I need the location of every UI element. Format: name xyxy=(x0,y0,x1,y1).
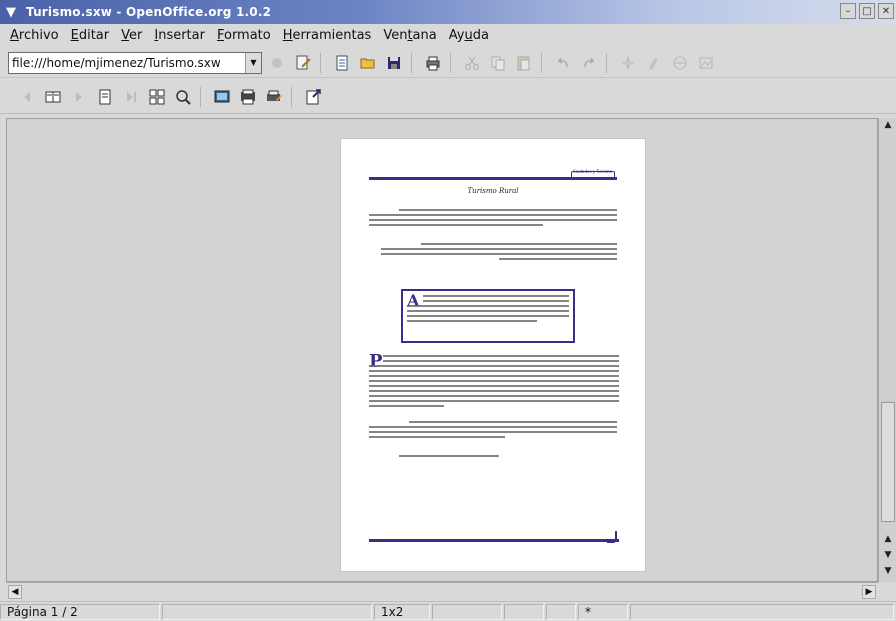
header-text: Ciudades y Turismo xyxy=(573,169,612,174)
next-page-icon[interactable] xyxy=(68,86,90,108)
gallery-icon[interactable] xyxy=(695,52,717,74)
dropcap-a: A xyxy=(407,291,420,310)
vertical-scrollbar[interactable]: ▲ ▲ ▼ ▼ xyxy=(878,118,896,582)
hyperlink-icon[interactable] xyxy=(669,52,691,74)
toolbar-separator xyxy=(411,52,412,73)
menu-bar: Archivo Editar Ver Insertar Formato Herr… xyxy=(0,24,896,46)
function-toolbar: file:///home/mjimenez/Turismo.sxw ▼ xyxy=(0,48,896,78)
menu-formato[interactable]: Formato xyxy=(211,28,277,43)
paragraph-5 xyxy=(399,455,499,460)
minimize-icon[interactable]: – xyxy=(840,3,856,19)
menu-ver[interactable]: Ver xyxy=(115,28,148,43)
vertical-scroll-thumb[interactable] xyxy=(881,402,895,522)
copy-icon[interactable] xyxy=(487,52,509,74)
maximize-icon[interactable]: □ xyxy=(859,3,875,19)
toolbar-separator xyxy=(320,52,321,73)
open-folder-icon[interactable] xyxy=(357,52,379,74)
status-bar: Página 1 / 2 1x2 * xyxy=(0,601,896,621)
scroll-down-icon[interactable]: ▼ xyxy=(882,550,894,560)
toolbar-separator xyxy=(200,86,201,107)
paste-icon[interactable] xyxy=(513,52,535,74)
zoom-indicator[interactable]: 1x2 xyxy=(374,603,430,620)
menu-editar[interactable]: Editar xyxy=(65,28,116,43)
url-combobox[interactable]: file:///home/mjimenez/Turismo.sxw ▼ xyxy=(8,51,262,74)
print-icon[interactable] xyxy=(422,52,444,74)
menu-herramientas[interactable]: Herramientas xyxy=(277,28,378,43)
menu-insertar[interactable]: Insertar xyxy=(148,28,211,43)
last-page-icon[interactable] xyxy=(120,86,142,108)
stylist-icon[interactable] xyxy=(643,52,665,74)
toolbar-separator xyxy=(291,86,292,107)
edit-file-icon[interactable] xyxy=(292,52,314,74)
page-preview[interactable]: Ciudades y Turismo Turismo Rural A P xyxy=(341,139,645,571)
window-title: Turismo.sxw - OpenOffice.org 1.0.2 xyxy=(26,5,272,19)
modified-indicator: * xyxy=(578,603,628,620)
menu-ayuda[interactable]: Ayuda xyxy=(443,28,495,43)
scroll-up-icon[interactable]: ▲ xyxy=(882,120,894,130)
print-preview-icon[interactable] xyxy=(237,86,259,108)
book-icon[interactable] xyxy=(42,86,64,108)
footer-frame xyxy=(607,531,617,543)
chevron-down-icon[interactable]: ▼ xyxy=(245,52,261,73)
status-field-info xyxy=(630,603,894,620)
document-area[interactable]: Ciudades y Turismo Turismo Rural A P xyxy=(6,118,878,582)
menu-archivo[interactable]: Archivo xyxy=(4,28,65,43)
close-icon[interactable]: ✕ xyxy=(878,3,894,19)
zoom-icon[interactable] xyxy=(172,86,194,108)
paragraph-2 xyxy=(381,243,617,263)
page-indicator: Página 1 / 2 xyxy=(0,603,160,620)
navigator-icon[interactable] xyxy=(617,52,639,74)
toolbar-separator xyxy=(541,52,542,73)
previous-page-icon[interactable] xyxy=(16,86,38,108)
full-screen-icon[interactable] xyxy=(211,86,233,108)
cut-icon[interactable] xyxy=(461,52,483,74)
menu-ventana[interactable]: Ventana xyxy=(377,28,442,43)
print-options-icon[interactable] xyxy=(263,86,285,108)
multi-page-icon[interactable] xyxy=(146,86,168,108)
new-document-icon[interactable] xyxy=(331,52,353,74)
close-preview-icon[interactable] xyxy=(302,86,324,108)
save-disk-icon[interactable] xyxy=(383,52,405,74)
scroll-right-icon[interactable]: ▶ xyxy=(862,585,876,599)
stop-load-icon[interactable] xyxy=(266,52,288,74)
window-controls: – □ ✕ xyxy=(840,3,894,19)
paragraph-3 xyxy=(369,355,619,410)
footer-rule xyxy=(369,539,619,542)
paragraph-4 xyxy=(369,421,617,441)
preview-toolbar xyxy=(0,80,896,114)
chevron-down-icon[interactable]: ▼ xyxy=(0,1,22,23)
status-field-style xyxy=(162,603,372,620)
boxed-paragraph: A xyxy=(401,289,575,343)
status-field-mode xyxy=(432,603,502,620)
scroll-left-icon[interactable]: ◀ xyxy=(8,585,22,599)
status-field-hyperlink xyxy=(546,603,576,620)
horizontal-scrollbar[interactable]: ◀ ▶ xyxy=(6,582,878,600)
status-field-selection xyxy=(504,603,544,620)
title-bar: ▼ Turismo.sxw - OpenOffice.org 1.0.2 – □… xyxy=(0,0,896,24)
next-page-arrow-icon[interactable]: ▼ xyxy=(882,566,894,576)
undo-icon[interactable] xyxy=(552,52,574,74)
page-title: Turismo Rural xyxy=(467,187,519,195)
toolbar-separator xyxy=(450,52,451,73)
paragraph-1 xyxy=(369,209,617,229)
url-input[interactable]: file:///home/mjimenez/Turismo.sxw xyxy=(9,56,245,70)
previous-page-arrow-icon[interactable]: ▲ xyxy=(882,534,894,544)
redo-icon[interactable] xyxy=(578,52,600,74)
toolbar-separator xyxy=(606,52,607,73)
single-page-icon[interactable] xyxy=(94,86,116,108)
